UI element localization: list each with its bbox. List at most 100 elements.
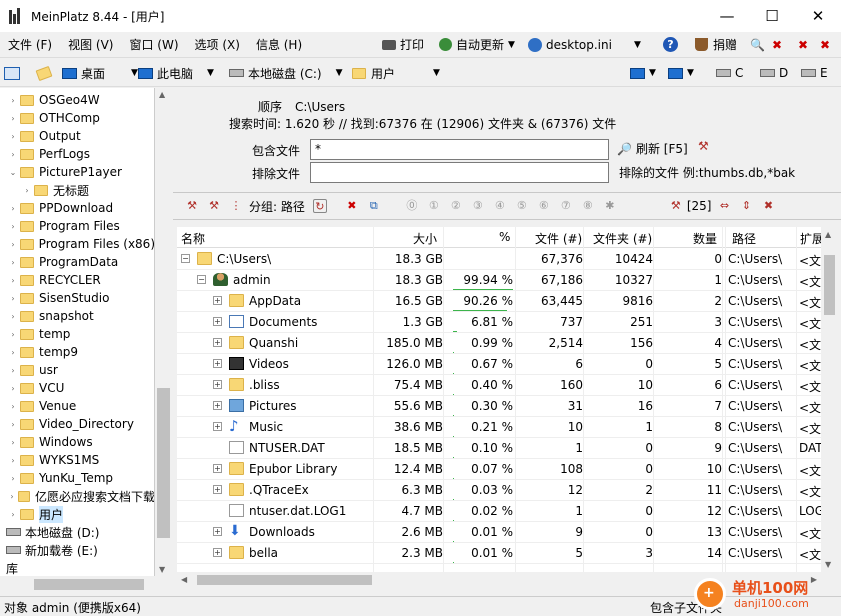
screen2-icon[interactable]: ▼ — [668, 64, 694, 82]
expand-icon[interactable]: ⇕ — [740, 199, 754, 213]
chevron-icon[interactable]: › — [6, 402, 20, 411]
minimize-button[interactable]: — — [704, 0, 750, 32]
tree-item[interactable]: › ProgramData — [0, 253, 154, 271]
chevron-icon[interactable]: › — [6, 96, 20, 105]
tree-item[interactable]: › Program Files — [0, 217, 154, 235]
tree-item[interactable]: › 无标题 — [0, 181, 154, 199]
refresh-button[interactable]: 🔎 刷新 [F5] — [617, 140, 688, 157]
menu-file[interactable]: 文件 (F) — [0, 36, 60, 53]
up-folder-icon[interactable] — [35, 64, 56, 82]
drive-e[interactable]: E — [801, 64, 828, 82]
chevron-icon[interactable]: › — [6, 492, 18, 501]
clear-icon[interactable]: ✖ — [820, 32, 830, 57]
crumb-folder[interactable]: 用户 ▼ — [352, 64, 440, 82]
chevron-icon[interactable]: › — [6, 348, 20, 357]
chevron-icon[interactable]: › — [6, 366, 20, 375]
close-tool-icon[interactable]: ✖ — [762, 199, 776, 213]
expand-icon[interactable]: + — [213, 527, 222, 536]
donate-button[interactable]: 捐赠 — [695, 32, 737, 57]
maximize-button[interactable]: ☐ — [749, 0, 795, 32]
level4-icon[interactable]: ④ — [493, 199, 507, 213]
delete-icon[interactable]: ✖ — [772, 32, 782, 57]
delete-all-icon[interactable]: ✖ — [798, 32, 808, 57]
tree-item[interactable]: › 用户 — [0, 505, 154, 523]
expand-icon[interactable]: + — [213, 296, 222, 305]
tree-item[interactable]: › PPDownload — [0, 199, 154, 217]
menu-view[interactable]: 视图 (V) — [60, 36, 121, 53]
col-pct[interactable]: % — [499, 230, 510, 244]
chevron-icon[interactable]: › — [6, 312, 20, 321]
chevron-icon[interactable]: › — [6, 438, 20, 447]
tree-item[interactable]: 库 — [0, 559, 154, 576]
collapse-icon[interactable]: − — [181, 254, 190, 263]
level8-icon[interactable]: ⑧ — [581, 199, 595, 213]
col-path[interactable]: 路径 — [732, 230, 756, 247]
chevron-icon[interactable]: › — [6, 276, 20, 285]
tree-item[interactable]: › VCU — [0, 379, 154, 397]
crumb-desktop[interactable]: 桌面 ▼ — [62, 64, 138, 82]
tree-item[interactable]: ⌄ PictureP1ayer — [0, 163, 154, 181]
level5-icon[interactable]: ⑤ — [515, 199, 529, 213]
tree-scrollbar[interactable]: ▲ ▼ — [155, 88, 172, 576]
chevron-icon[interactable]: › — [6, 258, 20, 267]
chevron-icon[interactable]: › — [6, 204, 20, 213]
tree-item[interactable]: › OTHComp — [0, 109, 154, 127]
drive-d[interactable]: D — [760, 64, 788, 82]
menu-options[interactable]: 选项 (X) — [187, 36, 248, 53]
chevron-icon[interactable]: › — [6, 222, 20, 231]
filter-icon[interactable]: ⧉ — [367, 199, 381, 213]
menu-info[interactable]: 信息 (H) — [248, 36, 310, 53]
chevron-icon[interactable]: › — [6, 240, 20, 249]
col-ext[interactable]: 扩展 — [800, 230, 821, 247]
chevron-icon[interactable]: › — [6, 114, 20, 123]
expand-icon[interactable]: + — [213, 485, 222, 494]
chevron-icon[interactable]: › — [20, 186, 34, 195]
wand-icon[interactable]: ⚒ — [698, 139, 709, 153]
chevron-icon[interactable]: › — [6, 456, 20, 465]
delete-icon[interactable]: ✖ — [345, 199, 359, 213]
tree-item[interactable]: › RECYCLER — [0, 271, 154, 289]
screen-icon[interactable]: ▼ — [630, 64, 656, 82]
chevron-icon[interactable]: › — [6, 132, 20, 141]
level7-icon[interactable]: ⑦ — [559, 199, 573, 213]
find-icon[interactable]: 🔍 — [750, 32, 765, 57]
tree-item[interactable]: 新加载卷 (E:) — [0, 541, 154, 559]
tree-item[interactable]: › temp — [0, 325, 154, 343]
tree-item[interactable]: 本地磁盘 (D:) — [0, 523, 154, 541]
tree-item[interactable]: › Program Files (x86) — [0, 235, 154, 253]
level6-icon[interactable]: ⑥ — [537, 199, 551, 213]
print-button[interactable]: 打印 — [382, 32, 424, 57]
col-size[interactable]: 大小 — [413, 230, 437, 247]
chevron-icon[interactable]: › — [6, 474, 20, 483]
ini-button[interactable]: desktop.ini ▼ — [528, 32, 641, 57]
col-folders[interactable]: 文件夹 (#) — [593, 230, 652, 247]
tree-item[interactable]: › usr — [0, 361, 154, 379]
tree-item[interactable]: › SisenStudio — [0, 289, 154, 307]
chevron-icon[interactable]: › — [6, 150, 20, 159]
chevron-icon[interactable]: › — [6, 384, 20, 393]
crumb-disk[interactable]: 本地磁盘 (C:) ▼ — [229, 64, 343, 82]
tree-item[interactable]: › WYKS1MS — [0, 451, 154, 469]
menu-window[interactable]: 窗口 (W) — [121, 36, 186, 53]
col-count[interactable]: 数量 — [693, 230, 717, 247]
level-all-icon[interactable]: ✱ — [603, 199, 617, 213]
group-label[interactable]: 分组: 路径 — [249, 198, 305, 215]
tree-hscrollbar[interactable] — [0, 576, 172, 593]
tree-item[interactable]: › Video_Directory — [0, 415, 154, 433]
autoupdate-button[interactable]: 自动更新 ▼ — [439, 32, 515, 57]
exclude-input[interactable] — [310, 162, 609, 183]
expand-icon[interactable]: + — [213, 317, 222, 326]
expand-icon[interactable]: + — [213, 422, 222, 431]
expand-icon[interactable]: + — [213, 338, 222, 347]
level3-icon[interactable]: ③ — [471, 199, 485, 213]
tree-item[interactable]: › Output — [0, 127, 154, 145]
hammer-icon[interactable]: ⚒ — [185, 199, 199, 213]
drive-c[interactable]: C — [716, 64, 743, 82]
expand-icon[interactable]: + — [213, 548, 222, 557]
sort-icon[interactable]: ↻ — [312, 199, 327, 213]
chevron-icon[interactable]: › — [6, 330, 20, 339]
tree-item[interactable]: › snapshot — [0, 307, 154, 325]
level2-icon[interactable]: ② — [449, 199, 463, 213]
hammer2-icon[interactable]: ⚒ — [207, 199, 221, 213]
chevron-icon[interactable]: › — [6, 510, 20, 519]
